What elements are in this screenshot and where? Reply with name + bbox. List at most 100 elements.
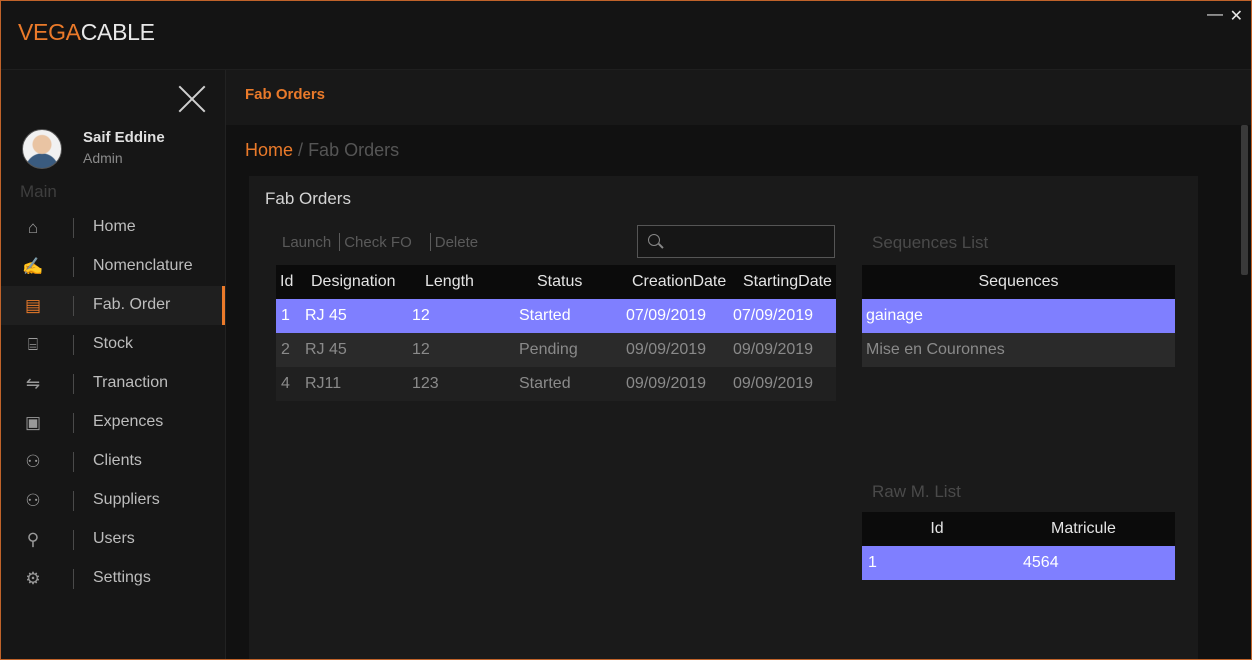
avatar (22, 129, 62, 169)
sidebar-item-tranaction[interactable]: ⇋ Tranaction (1, 364, 225, 403)
divider (73, 257, 74, 277)
sequences-list-title: Sequences List (872, 233, 989, 252)
section-label: Main (20, 182, 57, 201)
handshake-pen-icon: ✍ (22, 257, 44, 276)
sidebar-item-settings[interactable]: ⚙ Settings (1, 559, 225, 598)
table-row[interactable]: Mise en Couronnes (862, 333, 1175, 367)
table-row[interactable]: 2 RJ 45 12 Pending 09/09/2019 09/09/2019 (276, 333, 836, 367)
breadcrumb: Home / Fab Orders (245, 140, 399, 161)
title-bar: VEGACABLE — ✕ (1, 1, 1251, 70)
table-row[interactable]: 4 RJ11 123 Started 09/09/2019 09/09/2019 (276, 367, 836, 401)
table-header-row: Id Designation Length Status CreationDat… (276, 265, 836, 299)
column-header-designation[interactable]: Designation (305, 265, 412, 299)
user-icon: ⚲ (26, 530, 40, 549)
cell-sequence: Mise en Couronnes (862, 333, 1175, 367)
user-name: Saif Eddine (83, 129, 165, 146)
sidebar-item-label: Tranaction (93, 374, 168, 391)
sidebar-item-label: Clients (93, 452, 142, 469)
divider (73, 452, 74, 472)
sidebar-item-clients[interactable]: ⚇ Clients (1, 442, 225, 481)
sidebar-item-expences[interactable]: ▣ Expences (1, 403, 225, 442)
cell-creation-date: 09/09/2019 (626, 333, 733, 367)
cell-status: Pending (519, 333, 626, 367)
close-window-button[interactable]: ✕ (1230, 9, 1243, 25)
divider (73, 530, 74, 550)
search-input[interactable] (637, 225, 835, 258)
sidebar-item-label: Users (93, 530, 135, 547)
breadcrumb-home-link[interactable]: Home (245, 140, 293, 160)
raw-materials-table: Id Matricule 1 4564 (862, 512, 1175, 580)
delete-button[interactable]: Delete (435, 234, 478, 251)
cell-designation: RJ 45 (305, 299, 412, 333)
table-row[interactable]: gainage (862, 299, 1175, 333)
raw-materials-list-title: Raw M. List (872, 482, 961, 501)
sidebar-item-fab-order[interactable]: ▤ Fab. Order (1, 286, 225, 325)
divider (73, 491, 74, 511)
breadcrumb-separator: / (298, 140, 304, 160)
cell-starting-date: 07/09/2019 (733, 299, 836, 333)
action-toolbar: Launch Check FO Delete (282, 233, 482, 251)
sidebar-item-nomenclature[interactable]: ✍ Nomenclature (1, 247, 225, 286)
cell-starting-date: 09/09/2019 (733, 333, 836, 367)
table-row[interactable]: 1 4564 (862, 546, 1175, 580)
main-content: Home / Fab Orders Fab Orders Launch Check… (226, 125, 1251, 659)
cell-designation: RJ11 (305, 367, 412, 401)
divider (73, 569, 74, 589)
cell-id: 2 (276, 333, 305, 367)
sidebar-item-home[interactable]: ⌂ Home (1, 208, 225, 247)
divider (73, 296, 74, 316)
fab-orders-table: Id Designation Length Status CreationDat… (276, 265, 836, 401)
column-header-matricule[interactable]: Matricule (1012, 512, 1175, 546)
column-header-id[interactable]: Id (862, 512, 1012, 546)
cell-id: 1 (276, 299, 305, 333)
sidebar-nav: ⌂ Home ✍ Nomenclature ▤ Fab. Order ⌸ Stock ⇋… (1, 208, 225, 598)
page-header: Fab Orders (226, 70, 1251, 125)
launch-button[interactable]: Launch (282, 234, 331, 251)
column-header-starting-date[interactable]: StartingDate (733, 265, 836, 299)
app-logo: VEGACABLE (18, 19, 155, 45)
cell-matricule: 4564 (1012, 546, 1175, 580)
sidebar-item-label: Stock (93, 335, 134, 352)
sidebar-item-label: Suppliers (93, 491, 160, 508)
app-window: VEGACABLE — ✕ Saif Eddine Admin Main ⌂ Ho… (0, 0, 1252, 660)
divider (73, 413, 74, 433)
sidebar-item-label: Settings (93, 569, 151, 586)
sidebar-item-label: Home (93, 218, 136, 235)
divider (73, 335, 74, 355)
home-icon: ⌂ (27, 218, 39, 237)
store-icon: ⌸ (27, 335, 39, 354)
table-row[interactable]: 1 RJ 45 12 Started 07/09/2019 07/09/2019 (276, 299, 836, 333)
scrollbar-thumb[interactable] (1241, 125, 1248, 275)
column-header-length[interactable]: Length (412, 265, 519, 299)
cell-creation-date: 07/09/2019 (626, 299, 733, 333)
search-icon (648, 234, 660, 246)
sidebar-item-stock[interactable]: ⌸ Stock (1, 325, 225, 364)
sidebar-item-suppliers[interactable]: ⚇ Suppliers (1, 481, 225, 520)
column-header-creation-date[interactable]: CreationDate (626, 265, 733, 299)
cell-length: 12 (412, 333, 519, 367)
sidebar-item-users[interactable]: ⚲ Users (1, 520, 225, 559)
divider (73, 218, 74, 238)
cell-sequence: gainage (862, 299, 1175, 333)
cell-status: Started (519, 367, 626, 401)
cell-id: 1 (862, 546, 1012, 580)
divider (339, 233, 341, 251)
close-menu-icon[interactable] (177, 84, 207, 114)
divider (429, 233, 431, 251)
users-icon: ⚇ (25, 452, 41, 471)
sidebar: Saif Eddine Admin Main ⌂ Home ✍ Nomenclatu… (1, 70, 226, 659)
page-title: Fab Orders (245, 86, 326, 103)
sidebar-item-label: Nomenclature (93, 257, 193, 274)
column-header-status[interactable]: Status (519, 265, 626, 299)
column-header-id[interactable]: Id (276, 265, 305, 299)
users-icon: ⚇ (25, 491, 41, 510)
fab-orders-card: Fab Orders Launch Check FO Delete Id Desig… (249, 176, 1198, 659)
cell-designation: RJ 45 (305, 333, 412, 367)
check-fo-button[interactable]: Check FO (344, 234, 412, 251)
order-document-icon: ▤ (24, 296, 42, 315)
column-header-sequences[interactable]: Sequences (862, 265, 1175, 299)
minimize-button[interactable]: — (1207, 7, 1223, 23)
cell-length: 123 (412, 367, 519, 401)
cell-length: 12 (412, 299, 519, 333)
table-header-row: Sequences (862, 265, 1175, 299)
